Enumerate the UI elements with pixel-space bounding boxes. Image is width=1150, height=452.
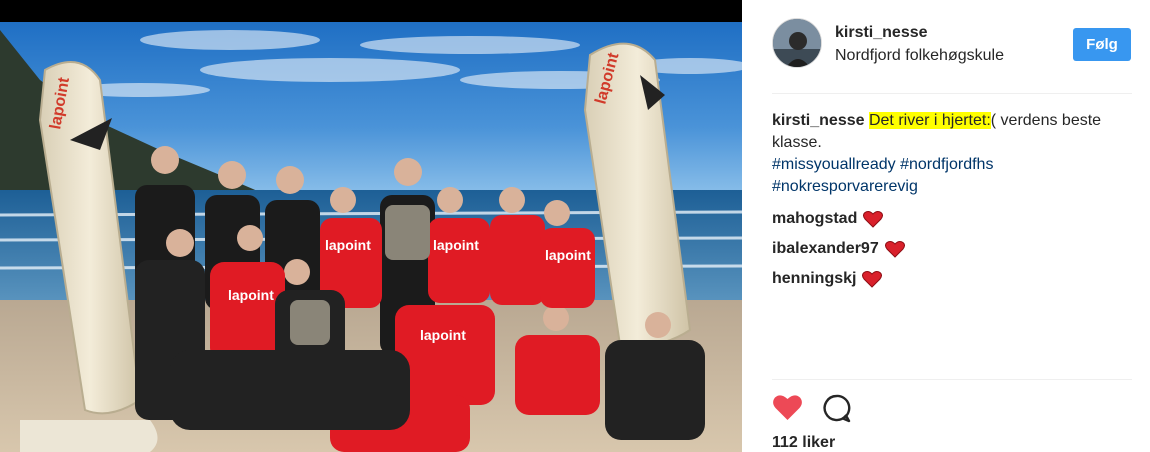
comment-username[interactable]: henningskj [772, 268, 856, 290]
svg-text:lapoint: lapoint [545, 247, 591, 263]
post-photo[interactable]: lapoint lapoint lapoint lapoint lapoint … [0, 0, 742, 452]
post-header: kirsti_nesse Nordfjord folkehøgskule Føl… [742, 0, 1150, 94]
comments-section: kirsti_nesse Det river i hjertet:( verde… [772, 110, 1132, 294]
speech-bubble-icon[interactable] [822, 394, 851, 423]
comment-item: henningskj [772, 264, 1132, 294]
comment-username[interactable]: ibalexander97 [772, 238, 879, 260]
svg-text:lapoint: lapoint [433, 237, 479, 253]
red-heart-emoji-icon [863, 211, 884, 228]
comment-username[interactable]: mahogstad [772, 208, 857, 230]
heart-icon[interactable] [772, 393, 803, 421]
follow-button[interactable]: Følg [1073, 28, 1131, 61]
avatar-photo [773, 19, 821, 67]
red-heart-emoji-icon [884, 241, 905, 258]
caption-highlighted-text: Det river i hjertet: [868, 112, 991, 129]
svg-text:lapoint: lapoint [420, 327, 466, 343]
avatar[interactable] [772, 18, 822, 68]
header-divider [772, 93, 1132, 94]
author-username[interactable]: kirsti_nesse [835, 24, 928, 42]
likes-count[interactable]: 112 liker [772, 434, 835, 452]
post-sidebar: kirsti_nesse Nordfjord folkehøgskule Føl… [742, 0, 1150, 452]
surf-group-photo: lapoint lapoint lapoint lapoint lapoint … [0, 0, 742, 452]
svg-text:lapoint: lapoint [325, 237, 371, 253]
caption-username[interactable]: kirsti_nesse [772, 112, 865, 129]
post-caption: kirsti_nesse Det river i hjertet:( verde… [772, 110, 1132, 198]
hashtag-link[interactable]: #missyouallready [772, 156, 896, 173]
comment-item: ibalexander97 [772, 234, 1132, 264]
actions-divider [772, 379, 1132, 380]
hashtag-link[interactable]: #nokresporvarerevig [772, 178, 918, 195]
post-location[interactable]: Nordfjord folkehøgskule [835, 47, 1004, 65]
svg-text:lapoint: lapoint [228, 287, 274, 303]
hashtag-link[interactable]: #nordfjordfhs [900, 156, 993, 173]
comment-item: mahogstad [772, 204, 1132, 234]
red-heart-emoji-icon [862, 271, 883, 288]
